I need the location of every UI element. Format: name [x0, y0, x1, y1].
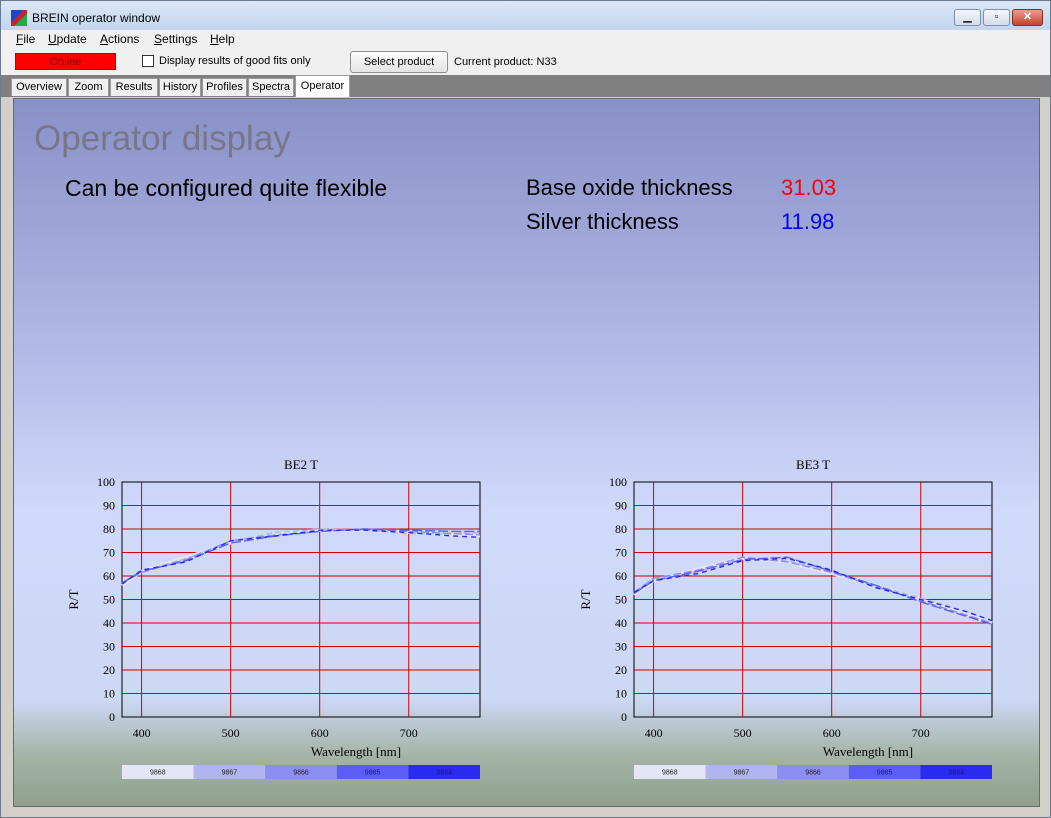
y-tick-label: 90: [615, 499, 627, 513]
chart-title: BE2 T: [284, 457, 318, 472]
legend-label: 9866: [293, 770, 309, 777]
tab-profiles[interactable]: Profiles: [202, 78, 247, 96]
good-fits-checkbox[interactable]: [142, 55, 154, 67]
legend-label: 9867: [222, 770, 238, 777]
legend-label: 9866: [805, 770, 821, 777]
tab-history[interactable]: History: [159, 78, 201, 96]
app-window: BREIN operator window ▁ ▫ ✕ File Update …: [0, 0, 1051, 818]
y-tick-label: 100: [609, 475, 627, 489]
series-line-9866: [121, 528, 481, 584]
chart-1: 0 10 20 30 40 50 60 70 80 90 100 400 500 600 700 BE3 T W…: [578, 457, 993, 779]
y-axis-label: R/T: [578, 589, 593, 609]
legend-label: 9867: [734, 770, 750, 777]
current-product-label: Current product: N33: [454, 56, 557, 68]
y-tick-label: 80: [103, 522, 115, 536]
y-tick-label: 30: [615, 640, 627, 654]
legend-label: 9864: [948, 770, 964, 777]
y-tick-label: 0: [621, 710, 627, 724]
x-axis-label: Wavelength [nm]: [311, 744, 401, 759]
x-tick-label: 600: [823, 726, 841, 740]
legend-label: 9868: [662, 770, 678, 777]
app-icon: [11, 10, 27, 26]
tab-zoom[interactable]: Zoom: [68, 78, 109, 96]
spectra-charts: 0102030405060708090100400 500 600 700BE2 TW…: [66, 457, 993, 779]
minimize-button[interactable]: ▁: [954, 9, 981, 26]
operator-panel: Operator display Can be configured quite…: [13, 98, 1040, 807]
x-tick-label: 700: [400, 726, 418, 740]
select-product-button[interactable]: Select product: [350, 51, 448, 73]
y-tick-label: 70: [103, 546, 115, 560]
toolbar: Online Display results of good fits only…: [1, 48, 1050, 75]
menu-settings[interactable]: Settings: [154, 32, 197, 46]
x-tick-label: 500: [222, 726, 240, 740]
legend-label: 9868: [150, 770, 166, 777]
menu-update[interactable]: Update: [48, 32, 87, 46]
status-badge: Online: [15, 53, 116, 70]
y-tick-label: 30: [103, 640, 115, 654]
x-axis-label: Wavelength [nm]: [823, 744, 913, 759]
y-tick-label: 0: [109, 710, 115, 724]
window-title: BREIN operator window: [32, 11, 161, 25]
y-tick-label: 60: [615, 569, 627, 583]
x-tick-label: 500: [734, 726, 752, 740]
y-tick-label: 10: [615, 687, 627, 701]
tab-operator[interactable]: Operator: [295, 75, 350, 97]
series-line-9867: [121, 528, 481, 584]
y-tick-label: 100: [97, 475, 115, 489]
x-tick-label: 400: [645, 726, 663, 740]
y-axis-label: R/T: [66, 589, 81, 609]
legend-label: 9865: [365, 770, 381, 777]
menu-help[interactable]: Help: [210, 32, 235, 46]
chart-0: 0 10 20 30 40 50 60 70 80 90 100 400 500 600 700 BE2 T W…: [66, 457, 481, 779]
tab-strip: Overview Zoom Results History Profiles S…: [1, 75, 1050, 97]
series-line-9868: [121, 528, 481, 587]
tab-results[interactable]: Results: [110, 78, 158, 96]
y-tick-label: 60: [103, 569, 115, 583]
good-fits-checkbox-label[interactable]: Display results of good fits only: [159, 55, 311, 67]
close-button[interactable]: ✕: [1012, 9, 1043, 26]
y-tick-label: 50: [103, 593, 115, 607]
menu-bar: File Update Actions Settings Help: [1, 30, 1050, 48]
y-tick-label: 50: [615, 593, 627, 607]
tab-overview[interactable]: Overview: [11, 78, 67, 96]
series-line-9865: [121, 528, 480, 584]
tab-spectra[interactable]: Spectra: [248, 78, 294, 96]
menu-actions[interactable]: Actions: [100, 32, 139, 46]
legend-label: 9865: [877, 770, 893, 777]
y-tick-label: 80: [615, 522, 627, 536]
menu-file[interactable]: File: [16, 32, 35, 46]
y-tick-label: 10: [103, 687, 115, 701]
x-tick-label: 700: [912, 726, 930, 740]
y-tick-label: 90: [103, 499, 115, 513]
x-tick-label: 400: [133, 726, 151, 740]
x-tick-label: 600: [311, 726, 329, 740]
y-tick-label: 20: [103, 663, 115, 677]
legend-label: 9864: [436, 770, 452, 777]
y-tick-label: 40: [103, 616, 115, 630]
title-bar[interactable]: BREIN operator window ▁ ▫ ✕: [1, 1, 1050, 30]
y-tick-label: 20: [615, 663, 627, 677]
chart-title: BE3 T: [796, 457, 830, 472]
maximize-button[interactable]: ▫: [983, 9, 1010, 26]
y-tick-label: 40: [615, 616, 627, 630]
y-tick-label: 70: [615, 546, 627, 560]
